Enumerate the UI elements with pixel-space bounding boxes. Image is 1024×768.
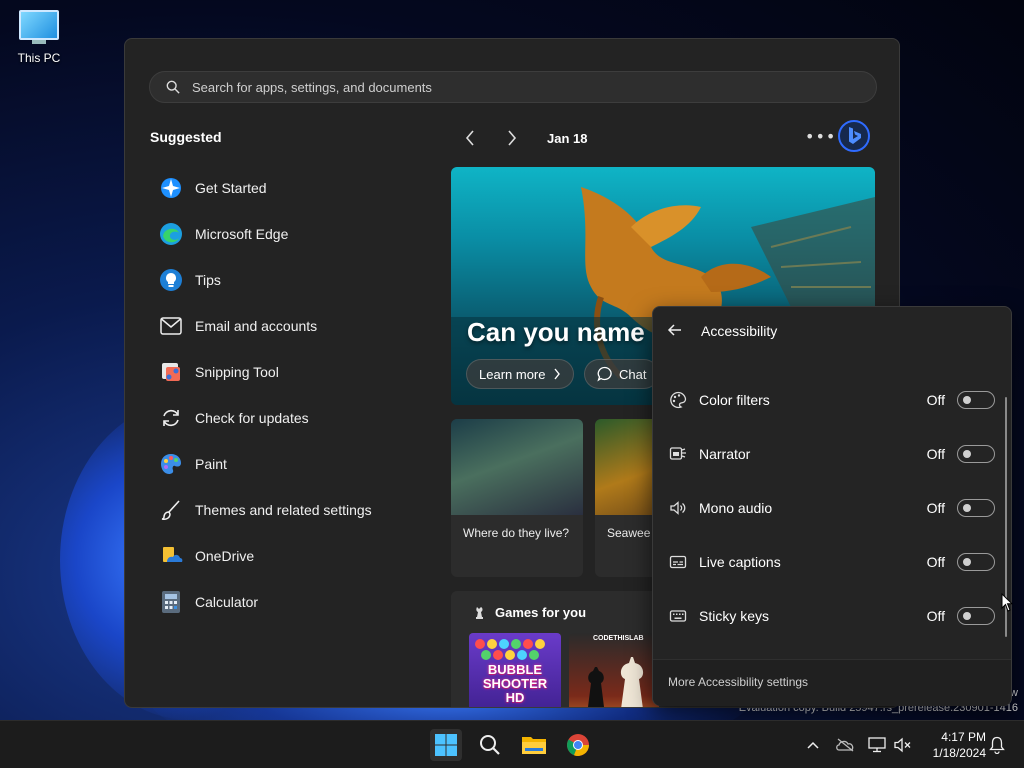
more-accessibility-settings-link[interactable]: More Accessibility settings <box>668 675 808 689</box>
start-button[interactable] <box>430 729 462 761</box>
suggested-item-onedrive[interactable]: OneDrive <box>159 533 372 579</box>
mail-icon <box>159 314 183 338</box>
chevron-right-icon <box>508 130 517 146</box>
hero-title: Can you name <box>467 317 645 347</box>
chrome-button[interactable] <box>562 729 594 761</box>
volume-muted-icon <box>894 737 911 753</box>
snipping-tool-icon <box>159 360 183 384</box>
suggested-item-calculator[interactable]: Calculator <box>159 579 372 625</box>
accessibility-row-color-filters: Color filters Off <box>653 373 1001 427</box>
feed-nav: Jan 18 <box>459 125 587 151</box>
feed-date: Jan 18 <box>547 130 588 146</box>
flyout-title: Accessibility <box>701 323 778 339</box>
back-button[interactable] <box>667 322 683 338</box>
accessibility-row-narrator: Narrator Off <box>653 427 1001 481</box>
games-title: Games for you <box>495 605 587 620</box>
search-input[interactable]: Search for apps, settings, and documents <box>192 80 432 95</box>
suggested-item-paint[interactable]: Paint <box>159 441 372 487</box>
taskbar: 4:17 PM 1/18/2024 <box>0 720 1024 768</box>
suggested-item-edge[interactable]: Microsoft Edge <box>159 211 372 257</box>
sticky-keys-toggle[interactable] <box>957 607 995 625</box>
taskbar-clock[interactable]: 4:17 PM 1/18/2024 <box>920 729 986 761</box>
speaker-icon <box>670 501 686 515</box>
network-tray-button[interactable] <box>864 729 890 761</box>
live-captions-toggle[interactable] <box>957 553 995 571</box>
chat-icon <box>597 366 612 382</box>
narrator-toggle[interactable] <box>957 445 995 463</box>
show-hidden-icons-button[interactable] <box>800 729 826 761</box>
tips-icon <box>159 268 183 292</box>
start-icon <box>435 734 457 756</box>
suggested-item-email[interactable]: Email and accounts <box>159 303 372 349</box>
next-day-button[interactable] <box>501 127 523 149</box>
narrator-icon <box>669 447 686 460</box>
clock-time: 4:17 PM <box>941 730 986 744</box>
chrome-icon <box>567 734 589 756</box>
card-image <box>451 419 583 515</box>
start-search-box[interactable]: Search for apps, settings, and documents <box>149 71 877 103</box>
previous-day-button[interactable] <box>459 127 481 149</box>
volume-tray-button[interactable] <box>890 729 916 761</box>
chat-button[interactable]: Chat <box>584 359 660 389</box>
chess-icon <box>476 607 483 619</box>
flyout-footer: More Accessibility settings <box>653 659 1011 706</box>
suggested-item-get-started[interactable]: Get Started <box>159 165 372 211</box>
learn-more-button[interactable]: Learn more <box>466 359 575 389</box>
bell-icon <box>989 736 1005 754</box>
calculator-icon <box>159 590 183 614</box>
onedrive-tray-button[interactable] <box>832 729 858 761</box>
chevron-left-icon <box>465 130 474 146</box>
color-filters-toggle[interactable] <box>957 391 995 409</box>
accessibility-row-mono-audio: Mono audio Off <box>653 481 1001 535</box>
taskbar-search-button[interactable] <box>474 729 506 761</box>
accessibility-row-sticky-keys: Sticky keys Off <box>653 589 1001 643</box>
color-filter-icon <box>670 391 687 409</box>
game-chess[interactable]: CODETHISLAB <box>569 633 659 707</box>
suggested-item-themes[interactable]: Themes and related settings <box>159 487 372 533</box>
chess-pieces-image <box>587 657 644 707</box>
feed-card-where-live[interactable]: Where do they live? <box>451 419 583 577</box>
captions-icon <box>669 555 687 569</box>
suggested-item-snipping-tool[interactable]: Snipping Tool <box>159 349 372 395</box>
keyboard-icon <box>669 610 687 622</box>
file-explorer-icon <box>522 737 546 754</box>
network-icon <box>868 737 886 753</box>
refresh-icon <box>159 406 183 430</box>
brush-icon <box>159 498 183 522</box>
search-icon <box>166 80 180 94</box>
suggested-item-check-updates[interactable]: Check for updates <box>159 395 372 441</box>
suggested-list: Get Started Microsoft Edge Tips Email an… <box>159 165 372 625</box>
accessibility-row-live-captions: Live captions Off <box>653 535 1001 589</box>
onedrive-icon <box>159 544 183 568</box>
suggested-item-tips[interactable]: Tips <box>159 257 372 303</box>
desktop-icon-this-pc[interactable]: This PC <box>14 10 64 65</box>
suggested-heading: Suggested <box>150 129 222 145</box>
notifications-button[interactable] <box>984 729 1010 761</box>
get-started-icon <box>159 176 183 200</box>
clock-date: 1/18/2024 <box>932 746 986 760</box>
chevron-up-icon <box>807 741 819 749</box>
chevron-right-icon <box>554 368 561 380</box>
this-pc-icon <box>19 10 59 40</box>
desktop-icon-label: This PC <box>17 51 61 65</box>
more-options-button[interactable]: ••• <box>805 127 836 146</box>
cloud-offline-icon <box>836 738 854 752</box>
search-icon <box>480 735 500 755</box>
paint-icon <box>159 452 183 476</box>
mouse-cursor-icon <box>1001 593 1013 612</box>
file-explorer-button[interactable] <box>518 729 550 761</box>
edge-icon <box>159 222 183 246</box>
accessibility-flyout: Accessibility Color filters Off Narrator… <box>652 306 1012 706</box>
mono-audio-toggle[interactable] <box>957 499 995 517</box>
game-bubble-shooter[interactable]: BUBBLE SHOOTER HD <box>469 633 561 707</box>
bing-icon[interactable] <box>837 119 871 153</box>
